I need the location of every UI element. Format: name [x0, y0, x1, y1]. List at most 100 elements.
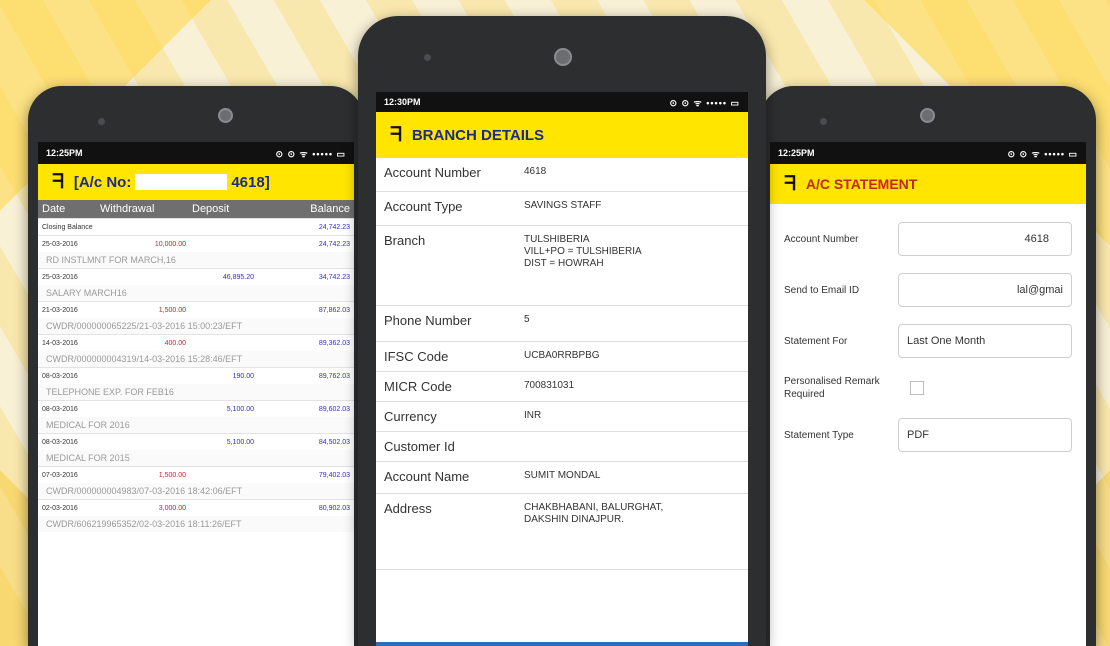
detail-row: Customer Id: [376, 432, 748, 462]
status-icons: ⊙ ⊙ ᯤ ••••• ▭: [275, 148, 346, 159]
detail-row: Account Name SUMIT MONDAL: [376, 462, 748, 494]
status-icons: ⊙ ⊙ ᯤ ••••• ▭: [1007, 148, 1078, 159]
camera: [218, 108, 233, 123]
app-bar: ᖷ [A/c No: 4618]: [38, 164, 354, 200]
page-title: BRANCH DETAILS: [411, 126, 545, 144]
statement-for-label: Statement For: [784, 335, 848, 347]
txn-deposit: 46,895.20: [222, 273, 254, 281]
txn-withdrawal: 10,000.00: [154, 240, 186, 248]
closing-label: Closing Balance: [42, 223, 93, 231]
status-time: 12:25PM: [778, 148, 815, 158]
txn-description: MEDICAL FOR 2016: [38, 417, 354, 433]
txn-balance: 80,902.03: [318, 504, 350, 512]
table-row[interactable]: 08-03-2016 5,100.00 84,502.03: [38, 433, 354, 450]
table-row[interactable]: 14-03-2016 400.00 89,362.03: [38, 334, 354, 351]
app-bar: ᖷ BRANCH DETAILS: [376, 112, 748, 158]
detail-label: Branch: [384, 233, 426, 248]
txn-date: 08-03-2016: [42, 405, 78, 413]
txn-date: 21-03-2016: [42, 306, 78, 314]
detail-value: 5: [524, 314, 530, 325]
txn-withdrawal: 400.00: [164, 339, 186, 347]
detail-row: Phone Number 5: [376, 306, 748, 342]
camera: [554, 48, 572, 66]
sensor-dot: [820, 118, 827, 125]
statement-for-select[interactable]: Last One Month: [898, 324, 1072, 358]
app-bar: ᖷ A/C STATEMENT: [770, 164, 1086, 204]
txn-withdrawal: 1,500.00: [158, 306, 186, 314]
column-deposit: Deposit: [192, 203, 230, 215]
remark-row: Personalised Remark Required: [784, 375, 1072, 401]
account-suffix: 4618]: [231, 173, 270, 191]
detail-value: SUMIT MONDAL: [524, 470, 601, 481]
txn-balance: 87,862.03: [318, 306, 350, 314]
screen-center: 12:30PM ⊙ ⊙ ᯤ ••••• ▭ ᖷ BRANCH DETAILS A…: [376, 92, 748, 646]
statement-type-value: PDF: [907, 429, 929, 441]
statement-type-row: Statement Type PDF: [784, 418, 1072, 452]
column-balance: Balance: [310, 203, 350, 215]
table-row[interactable]: 25-03-2016 10,000.00 24,742.23: [38, 235, 354, 252]
detail-row: MICR Code 700831031: [376, 372, 748, 402]
branch-details-list: Account Number 4618 Account Type SAVINGS ST…: [376, 158, 748, 570]
email-label: Send to Email ID: [784, 284, 860, 296]
detail-row: Currency INR: [376, 402, 748, 432]
phone-left: 12:25PM ⊙ ⊙ ᯤ ••••• ▭ ᖷ [A/c No: 4618] D…: [28, 86, 364, 646]
status-icons: ⊙ ⊙ ᯤ ••••• ▭: [669, 97, 740, 108]
txn-balance: 34,742.23: [318, 273, 350, 281]
txn-balance: 89,762.03: [318, 372, 350, 380]
sensor-dot: [424, 54, 431, 61]
phone-center: 12:30PM ⊙ ⊙ ᯤ ••••• ▭ ᖷ BRANCH DETAILS A…: [358, 16, 766, 646]
statement-for-row: Statement For Last One Month: [784, 324, 1072, 358]
table-row[interactable]: 21-03-2016 1,500.00 87,862.03: [38, 301, 354, 318]
txn-balance: 89,602.03: [318, 405, 350, 413]
statement-for-value: Last One Month: [907, 335, 986, 347]
txn-deposit: 190.00: [232, 372, 254, 380]
detail-label: IFSC Code: [384, 349, 449, 364]
remark-checkbox[interactable]: [910, 381, 924, 395]
account-number-row: Account Number 4618: [784, 222, 1072, 256]
status-bar: 12:30PM ⊙ ⊙ ᯤ ••••• ▭: [376, 92, 748, 112]
status-bar: 12:25PM ⊙ ⊙ ᯤ ••••• ▭: [38, 142, 354, 164]
phone-right: 12:25PM ⊙ ⊙ ᯤ ••••• ▭ ᖷ A/C STATEMENT Ac…: [760, 86, 1096, 646]
statement-type-label: Statement Type: [784, 429, 854, 441]
table-row[interactable]: 07-03-2016 1,500.00 79,402.03: [38, 466, 354, 483]
detail-value: UCBA0RRBPBG: [524, 350, 600, 361]
detail-label: Account Name: [384, 469, 470, 484]
detail-label: Account Number: [384, 165, 481, 180]
statement-type-select[interactable]: PDF: [898, 418, 1072, 452]
statement-table-header: Date Withdrawal Deposit Balance: [38, 200, 354, 218]
txn-description: CWDR/000000065225/21-03-2016 15:00:23/EF…: [38, 318, 354, 334]
account-number-label: Account Number: [784, 233, 859, 245]
txn-date: 02-03-2016: [42, 504, 78, 512]
detail-row: Account Type SAVINGS STAFF: [376, 192, 748, 226]
detail-row: Account Number 4618: [376, 158, 748, 192]
table-row[interactable]: 25-03-2016 46,895.20 34,742.23: [38, 268, 354, 285]
txn-description: RD INSTLMNT FOR MARCH,16: [38, 252, 354, 268]
page-title: A/C STATEMENT: [805, 176, 918, 192]
email-field[interactable]: lal@gmai: [898, 273, 1072, 307]
bank-logo-icon: ᖷ: [784, 172, 796, 195]
account-title: [A/c No:: [73, 173, 132, 191]
table-row[interactable]: 08-03-2016 190.00 89,762.03: [38, 367, 354, 384]
txn-balance: 84,502.03: [318, 438, 350, 446]
txn-withdrawal: 1,500.00: [158, 471, 186, 479]
txn-date: 25-03-2016: [42, 273, 78, 281]
status-bar: 12:25PM ⊙ ⊙ ᯤ ••••• ▭: [770, 142, 1086, 164]
transaction-list[interactable]: 25-03-2016 10,000.00 24,742.23 RD INSTLMNT …: [38, 235, 354, 532]
column-date: Date: [42, 203, 66, 215]
detail-label: MICR Code: [384, 379, 452, 394]
txn-description: SALARY MARCH16: [38, 285, 354, 301]
table-row[interactable]: 08-03-2016 5,100.00 89,602.03: [38, 400, 354, 417]
table-row[interactable]: 02-03-2016 3,000.00 80,902.03: [38, 499, 354, 516]
detail-value: CHAKBHABANI, BALURGHAT, DAKSHIN DINAJPUR…: [524, 502, 664, 525]
screen-right: 12:25PM ⊙ ⊙ ᯤ ••••• ▭ ᖷ A/C STATEMENT Ac…: [770, 142, 1086, 646]
txn-balance: 79,402.03: [318, 471, 350, 479]
status-time: 12:25PM: [46, 148, 83, 158]
statement-form: Account Number 4618 Send to Email ID lal…: [770, 204, 1086, 452]
txn-deposit: 5,100.00: [226, 438, 254, 446]
sensor-dot: [98, 118, 105, 125]
email-row: Send to Email ID lal@gmai: [784, 273, 1072, 307]
remark-label: Personalised Remark Required: [784, 376, 880, 400]
bank-logo-icon: ᖷ: [390, 123, 402, 146]
account-number-field[interactable]: 4618: [898, 222, 1072, 256]
txn-deposit: 5,100.00: [226, 405, 254, 413]
